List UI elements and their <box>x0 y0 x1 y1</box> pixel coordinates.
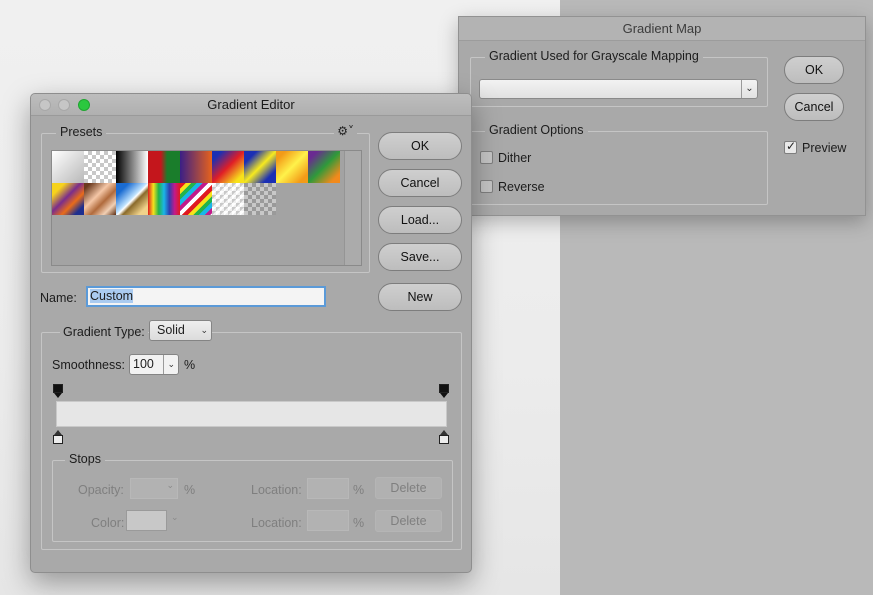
preset-swatch[interactable] <box>52 151 84 183</box>
name-input[interactable]: Custom <box>86 286 326 307</box>
opacity-label: Opacity: <box>78 483 124 497</box>
preset-swatch[interactable] <box>84 151 116 183</box>
mapping-group-label: Gradient Used for Grayscale Mapping <box>485 49 703 63</box>
preset-swatch[interactable] <box>52 183 84 215</box>
preview-checkbox[interactable] <box>784 139 797 154</box>
save-button[interactable]: Save... <box>378 243 462 271</box>
gradient-editor-title: Gradient Editor <box>207 97 295 112</box>
presets-label: Presets <box>56 125 107 139</box>
preset-swatch[interactable] <box>116 183 148 215</box>
preset-swatch[interactable] <box>84 183 116 215</box>
color-swatch[interactable] <box>126 510 167 531</box>
gradient-editor-dialog: Gradient Editor Presets ⚙˅ OK Cancel Loa… <box>30 93 472 573</box>
gradient-type-label: Gradient Type: <box>60 325 148 339</box>
name-input-value: Custom <box>90 289 134 303</box>
chevron-down-icon[interactable]: ⌄ <box>741 80 757 98</box>
opacity-input[interactable]: ⌄ <box>130 478 178 499</box>
opacity-stop-right[interactable] <box>439 384 449 398</box>
gradient-type-select[interactable]: Solid ⌄ <box>149 320 212 341</box>
chevron-updown-icon: ⌄ <box>200 325 208 335</box>
opacity-delete-button[interactable]: Delete <box>375 477 442 499</box>
presets-group: Presets ⚙˅ <box>41 124 370 273</box>
gradient-map-title: Gradient Map <box>459 17 865 41</box>
preset-swatch[interactable] <box>212 151 244 183</box>
options-group-label: Gradient Options <box>485 123 588 137</box>
dither-label: Dither <box>498 151 532 165</box>
preset-swatch[interactable] <box>116 151 148 183</box>
gradient-type-value: Solid <box>157 323 185 337</box>
smoothness-unit: % <box>184 358 196 372</box>
opacity-unit: % <box>184 483 196 497</box>
opacity-location-input[interactable] <box>307 478 349 499</box>
new-button[interactable]: New <box>378 283 462 311</box>
ok-button[interactable]: OK <box>378 132 462 160</box>
gradient-map-ok-button[interactable]: OK <box>784 56 844 84</box>
preview-label: Preview <box>802 141 847 155</box>
color-location-unit: % <box>353 516 365 530</box>
preset-swatch[interactable] <box>308 151 340 183</box>
color-location-label: Location: <box>251 516 302 530</box>
preset-swatch[interactable] <box>244 183 276 215</box>
preset-swatch[interactable] <box>180 183 212 215</box>
smoothness-value: 100 <box>133 357 154 371</box>
opacity-location-label: Location: <box>251 483 302 497</box>
chevron-down-icon[interactable]: ⌄ <box>163 355 175 374</box>
reverse-checkbox[interactable] <box>480 180 493 193</box>
preset-swatch[interactable] <box>148 183 180 215</box>
gradient-editor-titlebar: Gradient Editor <box>31 94 471 116</box>
load-button[interactable]: Load... <box>378 206 462 234</box>
color-delete-button[interactable]: Delete <box>375 510 442 532</box>
color-stop-left[interactable] <box>53 430 63 444</box>
dither-checkbox[interactable] <box>480 151 493 164</box>
gradient-combo[interactable]: ⌄ <box>479 79 758 99</box>
presets-scrollbar[interactable] <box>344 151 361 265</box>
preset-swatch[interactable] <box>276 151 308 183</box>
gear-icon[interactable]: ⚙˅ <box>334 124 357 138</box>
gradient-preview-bar[interactable] <box>56 401 447 427</box>
preset-swatch[interactable] <box>212 183 244 215</box>
preset-swatch[interactable] <box>148 151 180 183</box>
opacity-stop-left[interactable] <box>53 384 63 398</box>
preset-swatch[interactable] <box>244 151 276 183</box>
color-stop-right[interactable] <box>439 430 449 444</box>
color-location-input[interactable] <box>307 510 349 531</box>
gradient-map-cancel-button[interactable]: Cancel <box>784 93 844 121</box>
chevron-down-icon[interactable]: ⌄ <box>171 512 179 523</box>
cancel-button[interactable]: Cancel <box>378 169 462 197</box>
gradient-map-dialog: Gradient Map Gradient Used for Grayscale… <box>458 16 866 216</box>
presets-list[interactable] <box>51 150 362 266</box>
reverse-label: Reverse <box>498 180 545 194</box>
stops-label: Stops <box>65 452 105 466</box>
smoothness-label: Smoothness: <box>52 358 125 372</box>
preset-swatch[interactable] <box>180 151 212 183</box>
name-label: Name: <box>40 291 77 305</box>
color-label: Color: <box>91 516 125 530</box>
opacity-location-unit: % <box>353 483 365 497</box>
smoothness-input[interactable]: 100 ⌄ <box>129 354 179 375</box>
chevron-down-icon: ⌄ <box>166 480 174 490</box>
